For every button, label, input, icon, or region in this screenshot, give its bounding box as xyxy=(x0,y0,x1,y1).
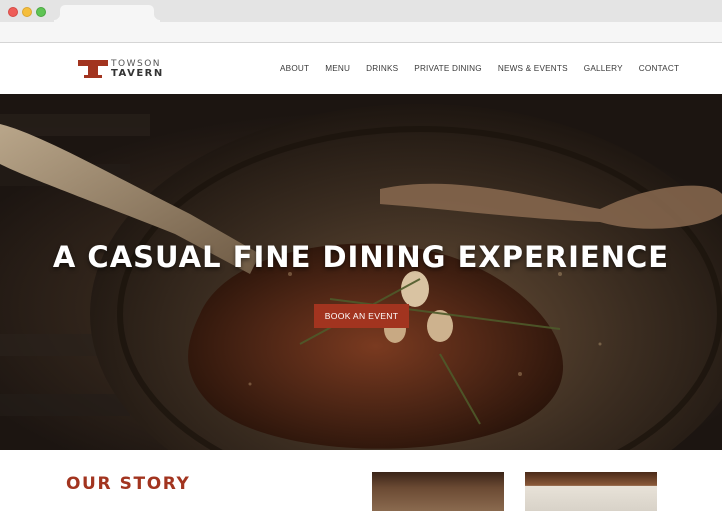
nav-drinks[interactable]: DRINKS xyxy=(366,61,398,77)
hero-section: A CASUAL FINE DINING EXPERIENCE BOOK AN … xyxy=(0,94,722,450)
story-photo-interior xyxy=(372,472,504,511)
nav-private-dining[interactable]: PRIVATE DINING xyxy=(414,61,482,77)
nav-contact[interactable]: CONTACT xyxy=(639,61,679,77)
browser-tab[interactable] xyxy=(54,5,160,22)
nav-menu[interactable]: MENU xyxy=(325,61,350,77)
close-window-button[interactable] xyxy=(8,7,18,17)
story-section: OUR STORY xyxy=(0,450,722,511)
minimize-window-button[interactable] xyxy=(22,7,32,17)
hero-title: A CASUAL FINE DINING EXPERIENCE xyxy=(52,240,670,274)
story-heading: OUR STORY xyxy=(66,474,191,494)
nav-gallery[interactable]: GALLERY xyxy=(584,61,623,77)
logo-line-2: TAVERN xyxy=(111,68,164,79)
book-event-button[interactable]: BOOK AN EVENT xyxy=(314,304,409,328)
browser-chrome xyxy=(0,0,722,43)
main-nav: ABOUT MENU DRINKS PRIVATE DINING NEWS & … xyxy=(280,61,679,77)
nav-news-events[interactable]: NEWS & EVENTS xyxy=(498,61,568,77)
browser-toolbar xyxy=(0,22,722,43)
site-header: TOWSON TAVERN ABOUT MENU DRINKS PRIVATE … xyxy=(0,43,722,94)
logo-t-icon xyxy=(78,60,108,78)
nav-about[interactable]: ABOUT xyxy=(280,61,309,77)
site-logo[interactable]: TOWSON TAVERN xyxy=(78,59,173,79)
story-photo-ceiling xyxy=(525,472,657,511)
maximize-window-button[interactable] xyxy=(36,7,46,17)
garlic-shape xyxy=(401,271,429,307)
